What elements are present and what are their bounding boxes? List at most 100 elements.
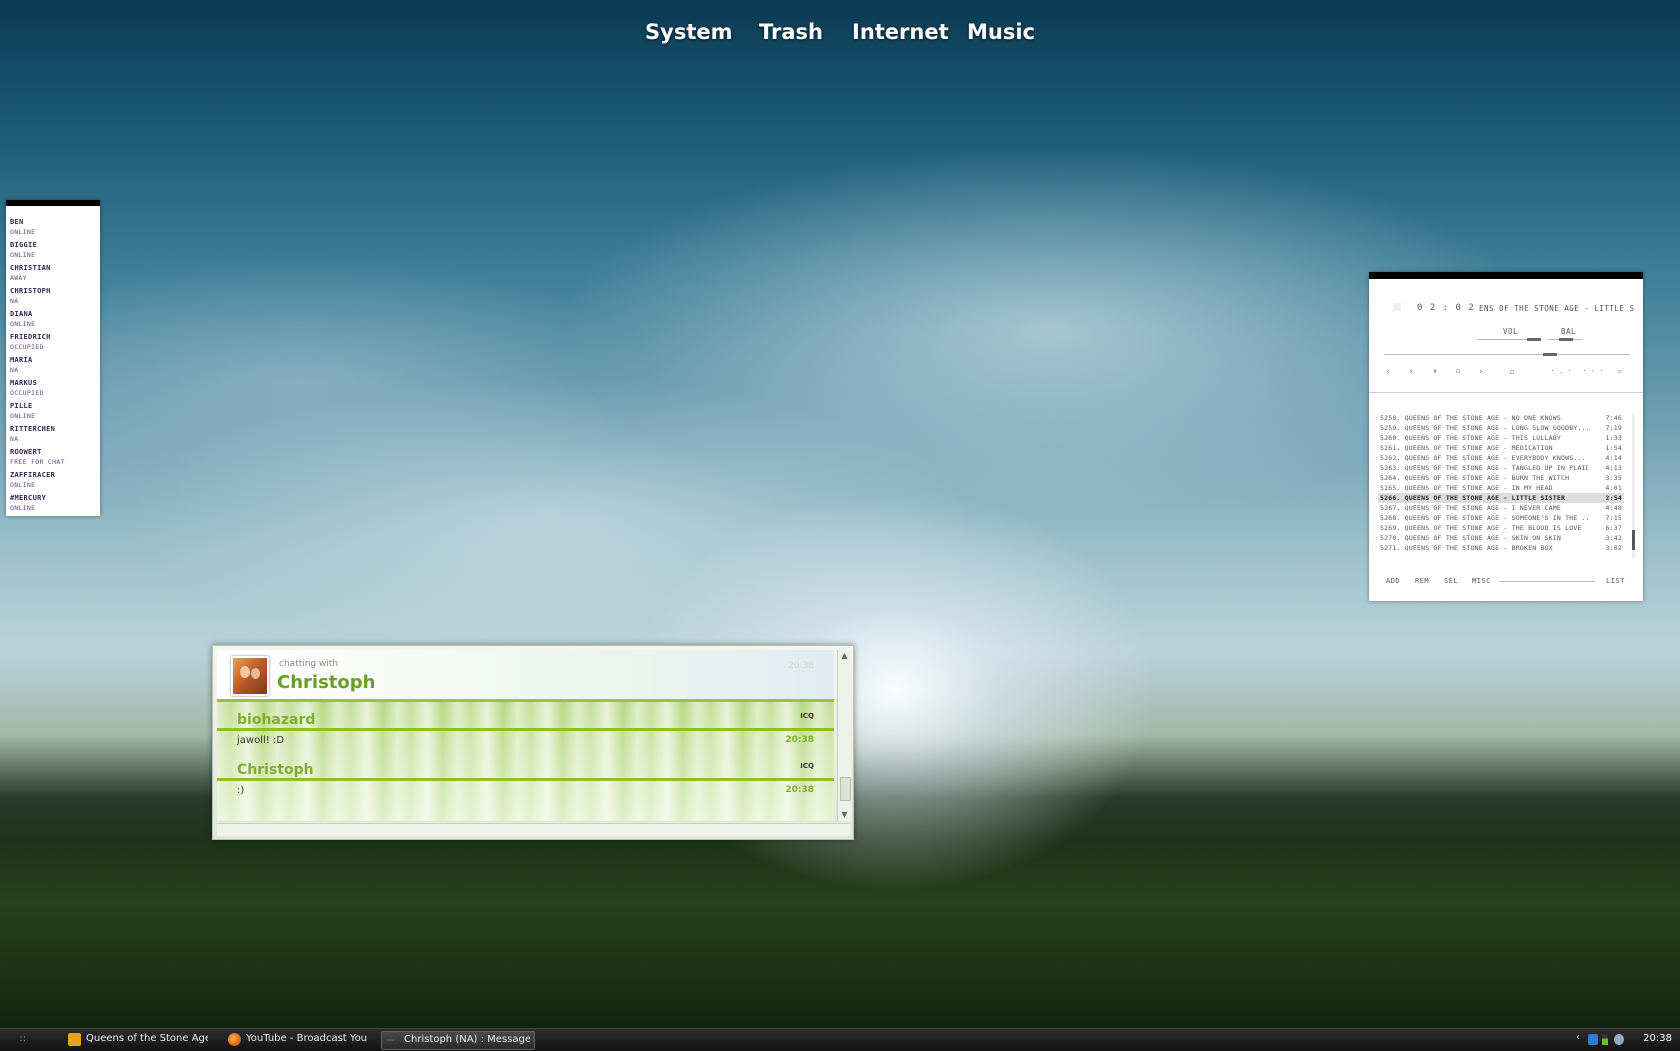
pause-button[interactable]: ⏸ — [1428, 367, 1442, 376]
track-duration: 7:46 — [1605, 414, 1622, 422]
eject-button[interactable]: ⌂ — [1505, 367, 1519, 376]
message-text: jawoll! :D — [237, 735, 285, 746]
playlist-track[interactable]: 5263. QUEENS OF THE STONE AGE - TANGLED … — [1378, 463, 1624, 473]
menu-system[interactable]: System — [645, 20, 732, 44]
chat-scrollbar[interactable]: ▲ ▼ — [837, 650, 851, 821]
scroll-up-icon[interactable]: ▲ — [838, 650, 851, 662]
message-time: 20:38 — [785, 785, 814, 795]
stop-button[interactable]: ◻ — [1451, 367, 1465, 375]
message-text: :) — [237, 785, 245, 796]
playlist-track[interactable]: 5269. QUEENS OF THE STONE AGE - THE BLOO… — [1378, 523, 1624, 533]
shuffle-button[interactable]: · . · — [1549, 367, 1573, 375]
contact-item[interactable]: Ritterchen NA — [10, 425, 96, 448]
message-input[interactable] — [217, 823, 850, 836]
contact-item[interactable]: Zaffiracer online — [10, 471, 96, 494]
contact-item[interactable]: Biggie online — [10, 241, 96, 264]
track-duration: 6:37 — [1605, 524, 1622, 532]
track-title: 5260. QUEENS OF THE STONE AGE - THIS LUL… — [1380, 434, 1561, 442]
repeat-button[interactable]: · - · — [1581, 367, 1605, 375]
message-divider — [217, 728, 834, 731]
firefox-icon — [228, 1033, 241, 1046]
tray-expand-icon[interactable]: ‹ — [1576, 1032, 1586, 1043]
playlist-track[interactable]: 5267. QUEENS OF THE STONE AGE - I NEVER … — [1378, 503, 1624, 513]
playlist-track[interactable]: 5265. QUEENS OF THE STONE AGE - IN MY HE… — [1378, 483, 1624, 493]
playlist-list-button[interactable]: LIST — [1606, 577, 1625, 585]
balance-knob[interactable] — [1559, 338, 1573, 341]
contact-name: Pille — [10, 402, 33, 410]
task-winamp[interactable]: Queens of the Stone Age ... — [64, 1031, 212, 1048]
playlist-track[interactable]: 5259. QUEENS OF THE STONE AGE - LONG SLO… — [1378, 423, 1624, 433]
scroll-down-icon[interactable]: ▼ — [838, 809, 851, 821]
playlist-track[interactable]: 5264. QUEENS OF THE STONE AGE - BURN THE… — [1378, 473, 1624, 483]
contact-item[interactable]: Diana online — [10, 310, 96, 333]
contact-item[interactable]: Maria NA — [10, 356, 96, 379]
track-duration: 1:33 — [1605, 434, 1622, 442]
contact-item[interactable]: Pille online — [10, 402, 96, 425]
playlist-misc-button[interactable]: MISC — [1472, 577, 1491, 585]
previous-button[interactable]: ‹ — [1381, 367, 1395, 377]
playlist-track[interactable]: 5271. QUEENS OF THE STONE AGE - BROKEN B… — [1378, 543, 1624, 553]
track-duration: 3:02 — [1605, 544, 1622, 552]
volume-label: VOL — [1503, 327, 1519, 336]
next-button[interactable]: › — [1474, 367, 1488, 377]
taskbar: ∷ Queens of the Stone Age ... YouTube - … — [0, 1028, 1680, 1051]
chat-header: chatting with Christoph 20:38 — [217, 650, 834, 702]
contact-name: Ben — [10, 218, 24, 226]
playlist-scroll-thumb[interactable] — [1632, 530, 1635, 550]
playlist-track[interactable]: 5258. QUEENS OF THE STONE AGE - NO ONE K… — [1378, 413, 1624, 423]
minimize-button[interactable]: ▫ — [1613, 367, 1627, 375]
track-title: 5265. QUEENS OF THE STONE AGE - IN MY HE… — [1380, 484, 1553, 492]
seek-bar[interactable] — [1384, 354, 1630, 355]
track-title: 5263. QUEENS OF THE STONE AGE - TANGLED … — [1380, 464, 1588, 472]
play-button[interactable]: › — [1404, 367, 1418, 377]
volume-knob[interactable] — [1527, 338, 1541, 341]
track-duration: 1:54 — [1605, 444, 1622, 452]
contact-name: Zaffiracer — [10, 471, 56, 479]
globe-icon[interactable] — [1614, 1034, 1624, 1045]
playlist-scrollbar[interactable] — [1632, 413, 1635, 559]
chat-message: biohazard ICQ jawoll! :D 20:38 — [217, 702, 834, 750]
start-menu-icon[interactable]: ∷ — [20, 1035, 30, 1045]
playlist-add-button[interactable]: ADD — [1386, 577, 1400, 585]
network-icon[interactable] — [1588, 1034, 1598, 1045]
track-title: 5268. QUEENS OF THE STONE AGE - SOMEONE'… — [1380, 514, 1588, 522]
contact-item[interactable]: Ben online — [10, 218, 96, 241]
playlist-remove-button[interactable]: REM — [1415, 577, 1429, 585]
message-time: 20:38 — [785, 735, 814, 745]
playlist-track[interactable]: 5260. QUEENS OF THE STONE AGE - THIS LUL… — [1378, 433, 1624, 443]
playlist: 5258. QUEENS OF THE STONE AGE - NO ONE K… — [1378, 413, 1624, 559]
menu-internet[interactable]: Internet — [852, 20, 949, 44]
playlist-track[interactable]: 5266. QUEENS OF THE STONE AGE - LITTLE S… — [1378, 493, 1624, 503]
task-firefox[interactable]: YouTube - Broadcast You... — [224, 1031, 372, 1048]
track-duration: 4:48 — [1605, 504, 1622, 512]
contact-item[interactable]: Friedrich occupied — [10, 333, 96, 356]
contact-status: NA — [10, 366, 19, 374]
track-title: 5261. QUEENS OF THE STONE AGE - MEDICATI… — [1380, 444, 1553, 452]
contact-item[interactable]: #mercury online — [10, 494, 96, 517]
task-label: Christoph (NA) : Message... — [404, 1034, 530, 1045]
menu-music[interactable]: Music — [967, 20, 1035, 44]
signal-icon[interactable] — [1602, 1034, 1608, 1045]
contact-item[interactable]: Christoph NA — [10, 287, 96, 310]
track-title: 5262. QUEENS OF THE STONE AGE - EVERYBOD… — [1380, 454, 1586, 462]
playlist-track[interactable]: 5268. QUEENS OF THE STONE AGE - SOMEONE'… — [1378, 513, 1624, 523]
contact-item[interactable]: Christian away — [10, 264, 96, 287]
contact-status: away — [10, 274, 27, 282]
contact-item[interactable]: Roowert free for chat — [10, 448, 96, 471]
chat-header-time: 20:38 — [788, 661, 814, 671]
menu-trash[interactable]: Trash — [759, 20, 823, 44]
seek-knob[interactable] — [1543, 353, 1557, 356]
task-chat[interactable]: Christoph (NA) : Message... — [381, 1031, 535, 1050]
playlist-info-line — [1499, 581, 1595, 582]
track-duration: 4:14 — [1605, 454, 1622, 462]
chat-scroll-thumb[interactable] — [840, 777, 851, 801]
track-duration: 7:15 — [1605, 514, 1622, 522]
playlist-track[interactable]: 5261. QUEENS OF THE STONE AGE - MEDICATI… — [1378, 443, 1624, 453]
track-title: 5264. QUEENS OF THE STONE AGE - BURN THE… — [1380, 474, 1570, 482]
playlist-track[interactable]: 5270. QUEENS OF THE STONE AGE - SKIN ON … — [1378, 533, 1624, 543]
chat-message: Christoph ICQ :) 20:38 — [217, 752, 834, 800]
playlist-select-button[interactable]: SEL — [1444, 577, 1458, 585]
avatar — [231, 656, 269, 696]
playlist-track[interactable]: 5262. QUEENS OF THE STONE AGE - EVERYBOD… — [1378, 453, 1624, 463]
contact-item[interactable]: Markus occupied — [10, 379, 96, 402]
